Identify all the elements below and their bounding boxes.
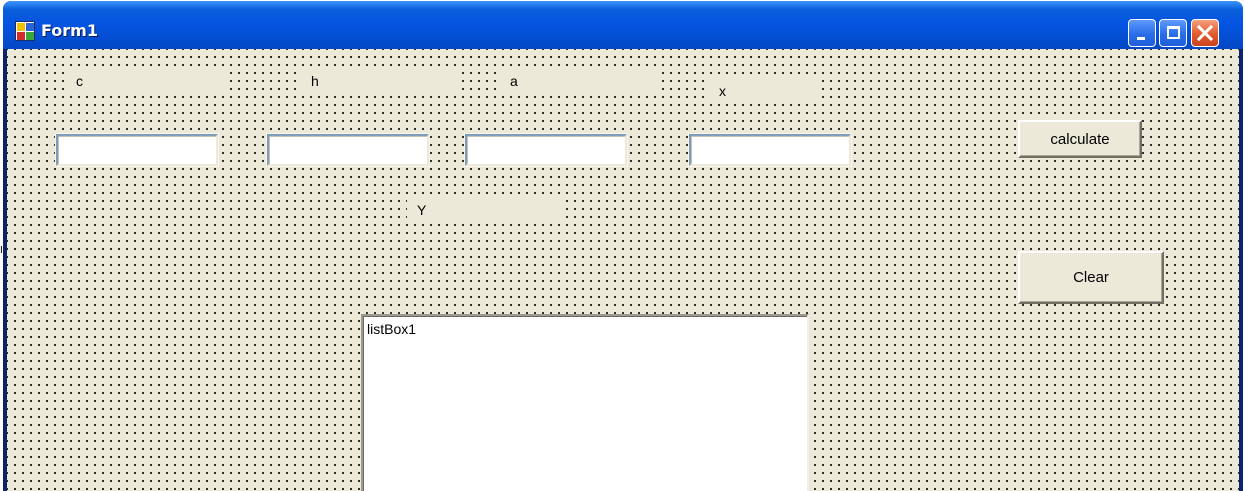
minimize-button[interactable]	[1128, 19, 1156, 47]
minimize-icon	[1137, 37, 1145, 40]
h-input[interactable]	[267, 134, 429, 166]
a-input[interactable]	[465, 134, 627, 166]
close-button[interactable]	[1191, 19, 1219, 47]
form-app-icon[interactable]	[15, 21, 35, 41]
form-window: Form1 c h a x calculate Y Clear listBox1	[3, 1, 1243, 491]
clear-button[interactable]: Clear	[1018, 251, 1164, 304]
listbox[interactable]: listBox1	[361, 314, 809, 491]
x-input[interactable]	[689, 134, 851, 166]
maximize-button[interactable]	[1159, 19, 1187, 47]
title-bar[interactable]: Form1	[3, 1, 1243, 49]
label-x: x	[709, 80, 817, 104]
label-h: h	[301, 70, 461, 94]
c-input[interactable]	[56, 134, 218, 166]
form-client-area: c h a x calculate Y Clear listBox1	[7, 49, 1239, 491]
close-icon	[1196, 24, 1214, 42]
label-a: a	[501, 70, 660, 94]
label-c: c	[67, 70, 226, 94]
maximize-icon	[1167, 26, 1180, 39]
label-y: Y	[407, 199, 563, 223]
listbox-item[interactable]: listBox1	[367, 321, 803, 337]
window-title: Form1	[41, 21, 98, 40]
calculate-button[interactable]: calculate	[1018, 120, 1142, 158]
